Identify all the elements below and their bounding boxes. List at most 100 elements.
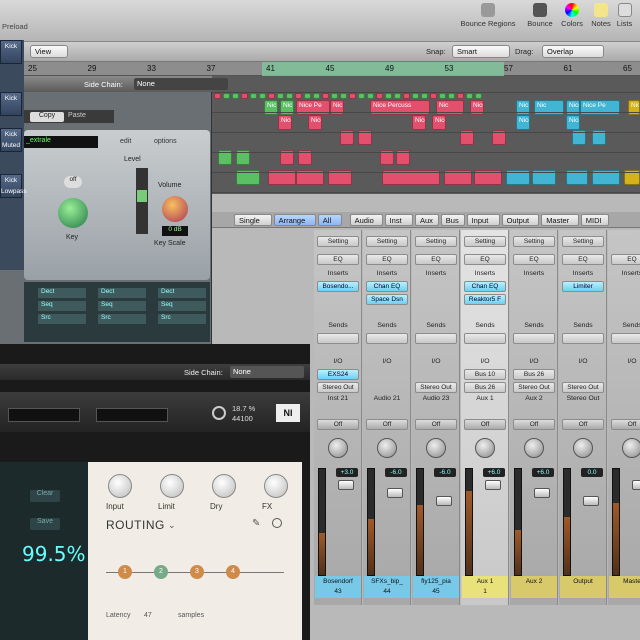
region-mini[interactable] <box>457 93 464 99</box>
region-mini[interactable] <box>223 93 230 99</box>
mixer-tab-audio[interactable]: Audio <box>349 214 383 226</box>
grid-cell[interactable]: Src <box>38 314 86 324</box>
insert-slot[interactable]: Bosendo... <box>317 281 359 292</box>
level-slider-handle[interactable] <box>137 190 147 202</box>
eq-slot[interactable]: EQ <box>513 254 555 265</box>
io-slot[interactable]: Stereo Out <box>562 382 604 393</box>
channel-strip[interactable]: Setting EQ Inserts Bosendo... Sends I/O EXS24 S… <box>314 230 362 605</box>
channel-strip[interactable]: Setting EQ Inserts Chan EQ Space Dsn Sends I/O… <box>363 230 411 605</box>
send-slot[interactable] <box>562 333 604 344</box>
region-mini[interactable] <box>331 93 338 99</box>
mixer-tab-single[interactable]: Single <box>234 214 272 226</box>
pan-knob[interactable] <box>377 438 397 458</box>
region-mini[interactable] <box>322 93 329 99</box>
channel-strip[interactable]: EQ Inserts Sends I/O Off Maste <box>608 230 640 605</box>
setting-button[interactable]: Setting <box>562 236 604 247</box>
snap-select[interactable]: Smart <box>452 45 510 58</box>
io-slot[interactable]: EXS24 <box>317 369 359 380</box>
routing-node[interactable]: 2 <box>154 565 168 579</box>
automation-off-button[interactable]: Off <box>415 419 457 430</box>
region[interactable]: Nice <box>516 115 530 130</box>
grid-cell[interactable]: Dect <box>98 288 146 298</box>
off-toggle[interactable]: off <box>64 176 82 188</box>
pan-knob[interactable] <box>622 438 640 458</box>
level-slider[interactable] <box>136 168 148 234</box>
region-mini[interactable] <box>259 93 266 99</box>
eq-slot[interactable]: EQ <box>415 254 457 265</box>
eq-slot[interactable]: EQ <box>611 254 640 265</box>
mixer-tab-master[interactable]: Master <box>541 214 579 226</box>
grid-cell[interactable]: Seq <box>158 301 206 311</box>
region-mini[interactable] <box>340 93 347 99</box>
region-mini[interactable] <box>358 93 365 99</box>
channel-strip[interactable]: Setting EQ Inserts Limiter Sends I/O Stereo Ou… <box>559 230 607 605</box>
io-slot[interactable]: Bus 26 <box>513 369 555 380</box>
region-mini[interactable] <box>241 93 248 99</box>
track-name-box[interactable]: Bosendorf 43 <box>315 576 361 598</box>
region-mini[interactable] <box>466 93 473 99</box>
ni-slot-1[interactable] <box>8 408 80 422</box>
routing-node[interactable]: 3 <box>190 565 204 579</box>
volume-fader[interactable] <box>436 496 452 506</box>
key-knob[interactable] <box>58 198 88 228</box>
grid-cell[interactable]: Src <box>158 314 206 324</box>
ni-knob-input[interactable] <box>108 474 132 498</box>
grid-cell[interactable]: Dect <box>158 288 206 298</box>
insert-slot[interactable]: Limiter <box>562 281 604 292</box>
pan-knob[interactable] <box>573 438 593 458</box>
lists-button[interactable]: Lists <box>609 3 640 28</box>
io-slot[interactable]: Bus 26 <box>464 382 506 393</box>
mixer-tab-all[interactable]: All <box>317 214 342 226</box>
region-mini[interactable] <box>367 93 374 99</box>
eq-slot[interactable]: EQ <box>317 254 359 265</box>
routing-node[interactable]: 1 <box>118 565 132 579</box>
region-mini[interactable] <box>304 93 311 99</box>
automation-off-button[interactable]: Off <box>317 419 359 430</box>
region-mini[interactable] <box>277 93 284 99</box>
sidebar-kick-muted[interactable]: Kick Muted <box>0 128 22 152</box>
send-slot[interactable] <box>464 333 506 344</box>
automation-off-button[interactable]: Off <box>611 419 640 430</box>
setting-button[interactable]: Setting <box>317 236 359 247</box>
region[interactable]: Nice <box>432 115 446 130</box>
setting-button[interactable]: Setting <box>464 236 506 247</box>
volume-fader[interactable] <box>632 480 640 490</box>
setting-button[interactable]: Setting <box>415 236 457 247</box>
region-mini[interactable] <box>250 93 257 99</box>
track-name-box[interactable]: Aux 1 1 <box>462 576 508 598</box>
send-slot[interactable] <box>366 333 408 344</box>
automation-off-button[interactable]: Off <box>513 419 555 430</box>
insert-slot[interactable]: Chan EQ <box>366 281 408 292</box>
ni-knob-dry[interactable] <box>212 474 236 498</box>
region[interactable]: Nice <box>278 115 292 130</box>
volume-fader[interactable] <box>583 496 599 506</box>
routing-node[interactable]: 4 <box>226 565 240 579</box>
region-mini[interactable] <box>313 93 320 99</box>
automation-off-button[interactable]: Off <box>464 419 506 430</box>
volume-fader[interactable] <box>485 480 501 490</box>
mixer-tab-aux[interactable]: Aux <box>415 214 439 226</box>
grid-cell[interactable]: Src <box>98 314 146 324</box>
volume-fader[interactable] <box>338 480 354 490</box>
mixer-tab-arrange[interactable]: Arrange <box>273 214 316 226</box>
region-mini[interactable] <box>295 93 302 99</box>
region-mini[interactable] <box>232 93 239 99</box>
options-button[interactable]: options <box>154 138 177 145</box>
side-chain-select[interactable]: None <box>134 78 228 90</box>
track-name-box[interactable]: Aux 2 <box>511 576 557 598</box>
io-slot[interactable]: Stereo Out <box>415 382 457 393</box>
track-name-box[interactable]: fly125_pia 45 <box>413 576 459 598</box>
io-slot[interactable]: Stereo Out <box>317 382 359 393</box>
send-slot[interactable] <box>513 333 555 344</box>
insert-slot[interactable]: Reaktor5 F <box>464 294 506 305</box>
pan-knob[interactable] <box>426 438 446 458</box>
eq-slot[interactable]: EQ <box>562 254 604 265</box>
view-menu[interactable]: View <box>30 45 68 58</box>
region-mini[interactable] <box>376 93 383 99</box>
region-mini[interactable] <box>448 93 455 99</box>
pan-knob[interactable] <box>328 438 348 458</box>
settings-icon[interactable] <box>272 518 282 528</box>
pan-knob[interactable] <box>475 438 495 458</box>
region[interactable]: Nice Percussi <box>308 115 322 130</box>
copy-button[interactable]: Copy <box>30 112 64 122</box>
